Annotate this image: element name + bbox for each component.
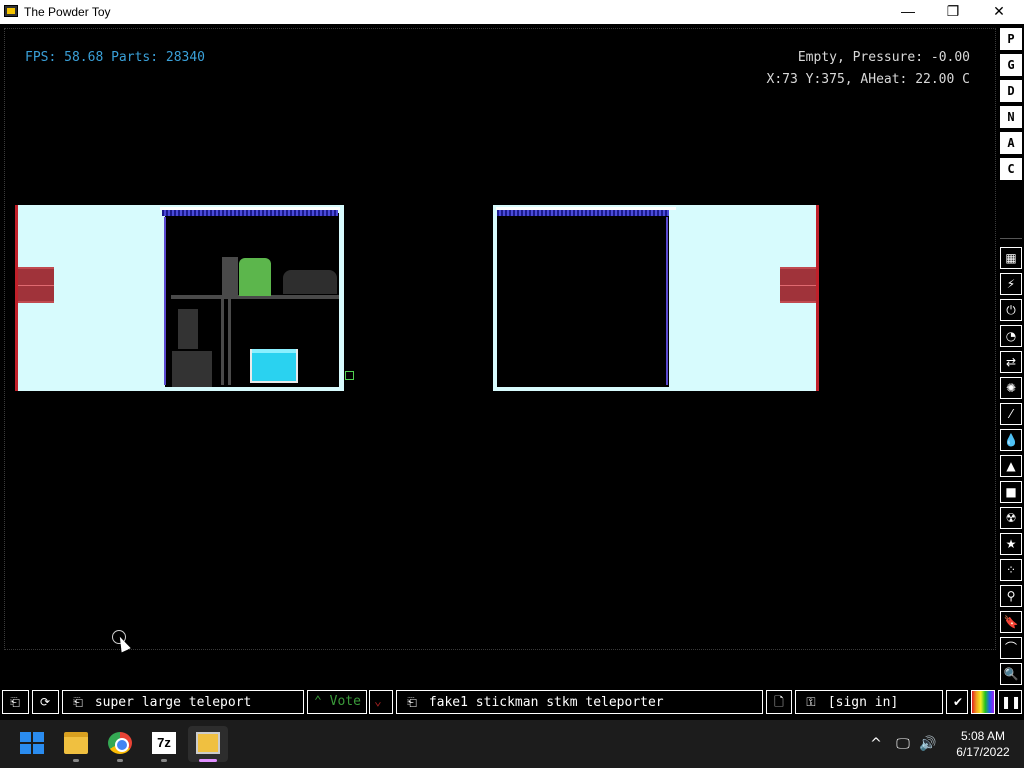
running-indicator — [117, 759, 123, 762]
stickman-spawn-marker — [345, 371, 354, 380]
taskbar-7zip[interactable]: 7z — [144, 726, 184, 762]
recent-icon[interactable]: ⌒ — [1000, 637, 1022, 659]
clock-time: 5:08 AM — [960, 729, 1006, 743]
folder-icon — [64, 732, 88, 754]
clock-date: 6/17/2022 — [956, 745, 1010, 759]
left-stack-bottom — [172, 351, 212, 387]
right-teleporter-structure — [493, 205, 819, 391]
new-simulation-button[interactable]: 🗋 — [766, 690, 792, 714]
powered-icon[interactable]: ⏻ — [1000, 299, 1022, 321]
liquids-icon[interactable]: 💧 — [1000, 429, 1022, 451]
right-room-ceiling — [497, 210, 669, 216]
powder-toy-icon — [196, 732, 220, 754]
thumb-down-icon: ⌄ — [374, 694, 382, 709]
tools-icon[interactable]: ⚲ — [1000, 585, 1022, 607]
element-pressure-readout: Empty, Pressure: -0.00 — [797, 50, 970, 65]
system-clock[interactable]: 5:08 AM 6/17/2022 — [950, 728, 1016, 760]
vote-down-button[interactable]: ⌄ — [369, 690, 393, 714]
right-room-wall — [666, 217, 668, 385]
sidebar-divider — [1000, 238, 1022, 239]
menu-d-button[interactable]: D — [1000, 80, 1022, 102]
pause-icon: ❚❚ — [1001, 695, 1022, 709]
left-column-a — [221, 299, 224, 385]
force-icon[interactable]: ⇄ — [1000, 351, 1022, 373]
minimize-button[interactable]: — — [885, 0, 931, 24]
taskbar-chrome[interactable] — [100, 726, 140, 762]
green-element-blob — [239, 258, 271, 296]
solids-icon[interactable]: ■ — [1000, 481, 1022, 503]
app-icon — [4, 5, 18, 17]
save-simulation-button[interactable]: ⎗ super large teleport — [62, 690, 304, 714]
walls-icon[interactable]: ▦ — [1000, 247, 1022, 269]
special-icon[interactable]: ★ — [1000, 533, 1022, 555]
coal-pile — [283, 270, 337, 294]
windows-logo-icon — [20, 732, 44, 754]
reload-icon: ⟳ — [39, 695, 51, 709]
login-label: [sign in] — [827, 695, 899, 710]
volume-icon[interactable]: 🔊 — [918, 734, 938, 754]
search-icon[interactable]: 🔍 — [1000, 663, 1022, 685]
display-mode-button[interactable] — [971, 690, 995, 714]
life-icon[interactable]: ⁘ — [1000, 559, 1022, 581]
right-red-wall — [816, 205, 819, 391]
network-icon[interactable]: 🖵 — [893, 734, 913, 754]
thumb-up-icon: ⌃ — [314, 694, 322, 709]
pause-button[interactable]: ❚❚ — [998, 690, 1022, 714]
open-simulation-button[interactable]: ⎗ — [2, 690, 29, 714]
left-stack-top — [178, 309, 198, 349]
right-red-block — [780, 267, 816, 303]
sensors-icon[interactable]: ◔ — [1000, 325, 1022, 347]
7zip-icon: 7z — [152, 732, 176, 754]
menu-p-button[interactable]: P — [1000, 28, 1022, 50]
powders-icon[interactable]: ▲ — [1000, 455, 1022, 477]
simulation-canvas[interactable]: FPS: 58.68 Parts: 28340 Empty, Pressure:… — [0, 24, 1000, 690]
tag-icon: ⎗ — [407, 695, 417, 709]
menu-a-button[interactable]: A — [1000, 132, 1022, 154]
left-room-ceiling — [162, 210, 338, 216]
close-button[interactable]: ✕ — [976, 0, 1022, 24]
window-title: The Powder Toy — [24, 5, 111, 19]
coordinate-heat-readout: X:73 Y:375, AHeat: 22.00 C — [766, 72, 971, 87]
taskbar-powder-toy[interactable] — [188, 726, 228, 762]
check-icon: ✔ — [952, 695, 964, 709]
tags-button[interactable]: ⎗ fake1 stickman stkm teleporter — [396, 690, 763, 714]
left-red-block — [18, 267, 54, 303]
new-document-icon: 🗋 — [774, 695, 784, 709]
reload-button[interactable]: ⟳ — [32, 690, 59, 714]
radioactive-icon[interactable]: ☢ — [1000, 507, 1022, 529]
save-icon: ⎗ — [73, 695, 83, 709]
left-column-b — [228, 299, 231, 385]
windows-taskbar: 7z ^ 🖵 🔊 5:08 AM 6/17/2022 — [0, 720, 1024, 768]
menu-g-button[interactable]: G — [1000, 54, 1022, 76]
fps-parts-readout: FPS: 58.68 Parts: 28340 — [25, 50, 206, 65]
explosives-icon[interactable]: ✺ — [1000, 377, 1022, 399]
maximize-button[interactable]: ❐ — [930, 0, 976, 24]
login-button[interactable]: ⚿ [sign in] — [795, 690, 943, 714]
taskbar-file-explorer[interactable] — [56, 726, 96, 762]
window-titlebar: The Powder Toy — ❐ ✕ — [0, 0, 1024, 24]
vote-label: Vote — [329, 694, 361, 709]
running-indicator — [161, 759, 167, 762]
render-options-button[interactable]: ✔ — [946, 690, 968, 714]
tags-text: fake1 stickman stkm teleporter — [428, 695, 664, 710]
favorites-icon[interactable]: 🔖 — [1000, 611, 1022, 633]
left-room-wall — [164, 217, 166, 385]
menu-c-button[interactable]: C — [1000, 158, 1022, 180]
chrome-icon — [108, 732, 132, 754]
gases-icon[interactable]: ⁄ — [1000, 403, 1022, 425]
left-pipe — [222, 257, 238, 297]
bottom-toolbar: ⎗ ⟳ ⎗ super large teleport ⌃ Vote ⌄ ⎗ fa… — [0, 689, 1024, 715]
water-tank — [250, 349, 298, 383]
menu-n-button[interactable]: N — [1000, 106, 1022, 128]
electronics-icon[interactable]: ⚡ — [1000, 273, 1022, 295]
key-icon: ⚿ — [806, 695, 816, 709]
open-folder-icon: ⎗ — [10, 695, 20, 709]
show-hidden-icons-chevron-icon[interactable]: ^ — [866, 734, 886, 754]
right-room — [497, 213, 669, 387]
running-indicator — [73, 759, 79, 762]
active-indicator — [199, 759, 217, 762]
start-button[interactable] — [12, 726, 52, 762]
vote-up-button[interactable]: ⌃ Vote — [307, 690, 367, 714]
save-name: super large teleport — [94, 695, 252, 710]
